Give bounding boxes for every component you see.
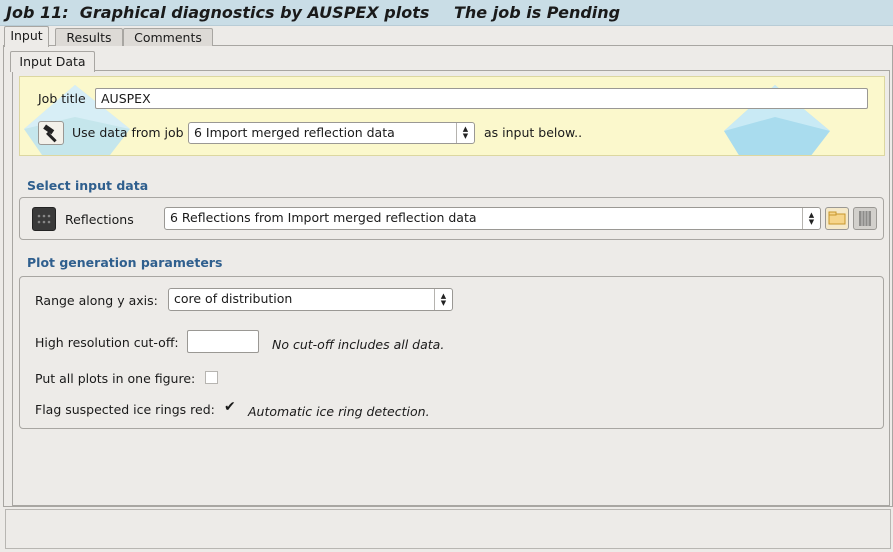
tab-input[interactable]: Input	[4, 26, 49, 47]
ice-rings-note: Automatic ice ring detection.	[248, 404, 430, 419]
ice-rings-checkbox[interactable]: ✔	[224, 399, 236, 415]
reflections-label: Reflections	[65, 212, 134, 227]
ice-rings-label: Flag suspected ice rings red:	[35, 402, 215, 417]
reflections-select[interactable]: 6 Reflections from Import merged reflect…	[164, 207, 821, 230]
high-res-label: High resolution cut-off:	[35, 335, 179, 350]
folder-icon[interactable]	[825, 207, 849, 230]
job-status: The job is Pending	[454, 3, 621, 22]
job-title-label: Job title	[38, 91, 86, 106]
high-res-input[interactable]	[187, 330, 259, 353]
tab-results[interactable]: Results	[55, 28, 123, 46]
tab-comments[interactable]: Comments	[123, 28, 213, 46]
select-input-title: Select input data	[27, 178, 149, 193]
main-tab-bar: Input Results Comments	[0, 26, 893, 47]
range-y-label: Range along y axis:	[35, 293, 158, 308]
tab-input-data[interactable]: Input Data	[10, 51, 95, 72]
use-data-label: Use data from job	[72, 125, 184, 140]
reflections-value: 6 Reflections from Import merged reflect…	[170, 210, 477, 225]
one-figure-label: Put all plots in one figure:	[35, 371, 196, 386]
use-data-job-value: 6 Import merged reflection data	[194, 125, 395, 140]
combo-arrows-icon: ▲ ▼	[456, 123, 474, 143]
reflections-data-icon	[32, 207, 56, 231]
combo-arrows-icon: ▲ ▼	[802, 208, 820, 229]
as-input-label: as input below..	[484, 125, 583, 140]
job-title-heading: Job 11: Graphical diagnostics by AUSPEX …	[6, 3, 430, 22]
plot-params-title: Plot generation parameters	[27, 255, 223, 270]
database-icon[interactable]	[853, 207, 877, 230]
range-y-select[interactable]: core of distribution ▲ ▼	[168, 288, 453, 311]
range-y-value: core of distribution	[174, 291, 293, 306]
hammer-icon[interactable]	[38, 121, 64, 145]
use-data-job-select[interactable]: 6 Import merged reflection data ▲ ▼	[188, 122, 475, 144]
status-bar	[5, 509, 891, 549]
high-res-note: No cut-off includes all data.	[272, 337, 445, 352]
title-bar: Job 11: Graphical diagnostics by AUSPEX …	[0, 0, 893, 26]
combo-arrows-icon: ▲ ▼	[434, 289, 452, 310]
job-title-input[interactable]: AUSPEX	[95, 88, 868, 109]
one-figure-checkbox[interactable]	[205, 371, 218, 384]
